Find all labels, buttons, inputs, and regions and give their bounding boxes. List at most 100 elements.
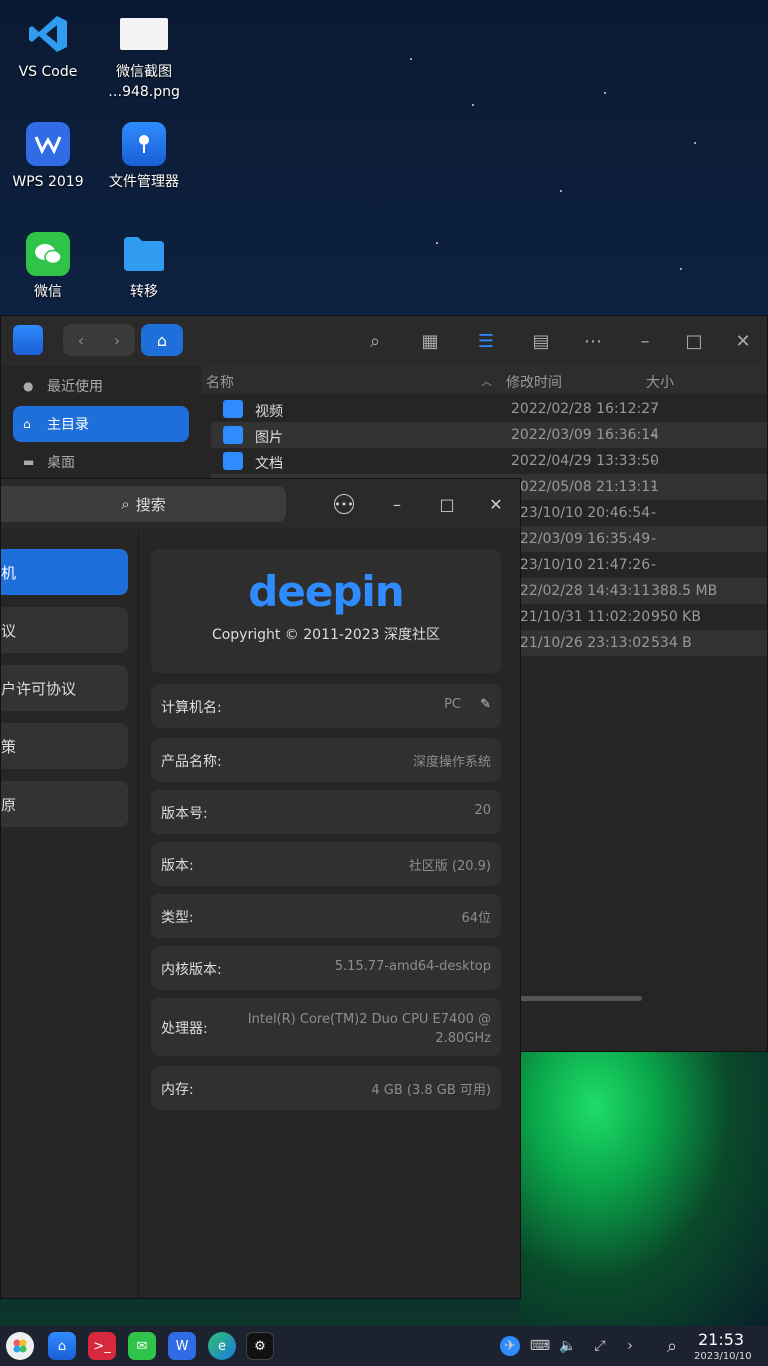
info-row-type: 类型: 64位	[151, 894, 501, 938]
settings-gear-icon[interactable]: ⚙	[246, 1332, 274, 1360]
desktop-icon-label: 微信	[34, 284, 62, 300]
pencil-icon[interactable]: ✎	[480, 697, 491, 712]
desktop-icon-vscode[interactable]: VS Code	[0, 12, 96, 82]
picture-folder-icon	[223, 426, 243, 444]
desktop-icon-label: 转移	[130, 284, 158, 300]
desktop-icon: ▬	[23, 455, 35, 469]
desktop-icon-folder[interactable]: 转移	[96, 232, 192, 302]
close-icon[interactable]: ✕	[731, 329, 755, 353]
more-menu-icon[interactable]: ⋯	[581, 329, 605, 353]
clock-icon: ●	[23, 379, 34, 393]
info-key: 内存:	[161, 1082, 194, 1098]
nav-item-agreement[interactable]: 议	[1, 607, 128, 653]
file-name: 视频	[255, 404, 283, 420]
file-row[interactable]: 图片 2022/03/09 16:36:14 -	[211, 422, 767, 448]
back-arrow-icon[interactable]: ‹	[63, 324, 99, 356]
sidebar-item-desktop[interactable]: ▬ 桌面	[13, 444, 189, 480]
column-size[interactable]: 大小	[646, 372, 674, 392]
desktop-icon-file-manager[interactable]: 文件管理器	[96, 122, 192, 192]
file-name: 文档	[255, 456, 283, 472]
forward-arrow-icon[interactable]: ›	[99, 324, 135, 356]
nav-item-label: 户许可协议	[1, 679, 77, 698]
desktop-icon-label-line2: …948.png	[108, 84, 180, 100]
info-value: 5.15.77-amd64-desktop	[334, 959, 491, 974]
notification-icon[interactable]: ✈	[500, 1336, 520, 1356]
launcher-icon[interactable]	[6, 1332, 34, 1360]
file-manager-app-icon	[13, 325, 43, 355]
search-input[interactable]: ⌕ 搜索	[1, 486, 286, 522]
clock-time[interactable]: 21:53	[698, 1330, 744, 1349]
desktop-icon-screenshot[interactable]: 微信截图 …948.png	[96, 12, 192, 102]
nav-item-about-computer[interactable]: 机	[1, 549, 128, 595]
copyright-text: Copyright © 2011-2023 深度社区	[211, 627, 441, 643]
info-value: 64位	[461, 911, 491, 926]
file-manager-icon[interactable]: ⌂	[48, 1332, 76, 1360]
column-name[interactable]: 名称	[206, 372, 234, 392]
expand-tray-icon[interactable]: ›	[620, 1336, 640, 1356]
file-size: -	[651, 505, 657, 521]
file-row[interactable]: 文档 2022/04/29 13:33:50 -	[211, 448, 767, 474]
network-icon[interactable]: ⤢	[590, 1336, 610, 1356]
file-time: 2022/04/29 13:33:50	[511, 453, 660, 469]
info-row-memory: 内存: 4 GB (3.8 GB 可用)	[151, 1066, 501, 1110]
vscode-icon	[26, 12, 70, 56]
info-key: 处理器:	[161, 1021, 208, 1037]
minimize-icon[interactable]: –	[633, 329, 657, 353]
nav-item-open-source[interactable]: 原	[1, 781, 128, 827]
folder-icon	[122, 232, 166, 276]
file-size: 950 KB	[651, 609, 701, 625]
wechat-icon	[26, 232, 70, 276]
wps-icon	[26, 122, 70, 166]
file-size: -	[651, 427, 657, 443]
terminal-icon[interactable]: >_	[88, 1332, 116, 1360]
icon-view-icon[interactable]: ▦	[418, 329, 442, 353]
close-icon[interactable]: ✕	[484, 492, 508, 516]
file-time: 022/02/28 14:43:11	[511, 583, 651, 599]
file-size: -	[651, 557, 657, 573]
info-value: 20	[474, 803, 491, 818]
nav-item-privacy-policy[interactable]: 策	[1, 723, 128, 769]
info-key: 产品名称:	[161, 754, 222, 770]
file-size: -	[651, 479, 657, 495]
minimize-icon[interactable]: –	[385, 492, 409, 516]
horizontal-scrollbar[interactable]	[520, 996, 642, 1001]
file-size: 534 B	[651, 635, 692, 651]
deepin-logo: deepin	[248, 567, 404, 616]
info-key: 计算机名:	[161, 700, 222, 716]
processor-line1: Intel(R) Core(TM)2 Duo CPU E7400 @	[247, 1012, 491, 1027]
system-info-nav: 机 议 户许可协议 策 原	[1, 529, 139, 1298]
computer-name-value: PC	[444, 697, 461, 712]
desktop-icon-wps[interactable]: WPS 2019	[0, 122, 96, 192]
desktop-icon-wechat[interactable]: 微信	[0, 232, 96, 302]
wechat-icon[interactable]: ✉	[128, 1332, 156, 1360]
keyboard-icon[interactable]: ⌨	[530, 1336, 550, 1356]
info-row-processor: 处理器: Intel(R) Core(TM)2 Duo CPU E7400 @ …	[151, 998, 501, 1056]
maximize-icon[interactable]: □	[682, 329, 706, 353]
more-menu-icon[interactable]: •••	[334, 494, 354, 514]
system-info-titlebar: ⌕ 搜索 ••• – □ ✕	[1, 479, 520, 529]
search-icon[interactable]: ⌕	[363, 329, 387, 353]
nav-item-user-license[interactable]: 户许可协议	[1, 665, 128, 711]
column-modified[interactable]: 修改时间	[506, 372, 562, 392]
edge-browser-icon[interactable]: e	[208, 1332, 236, 1360]
maximize-icon[interactable]: □	[435, 492, 459, 516]
sidebar-item-recent[interactable]: ● 最近使用	[13, 368, 189, 404]
file-time: 022/03/09 16:35:49	[511, 531, 651, 547]
volume-icon[interactable]: 🔈	[558, 1336, 578, 1356]
file-size: -	[651, 401, 657, 417]
info-row-version-number: 版本号: 20	[151, 790, 501, 834]
search-icon[interactable]: ⌕	[662, 1336, 682, 1357]
file-row[interactable]: 视频 2022/02/28 16:12:27 -	[211, 396, 767, 422]
file-time: 021/10/31 11:02:20	[511, 609, 651, 625]
nav-item-label: 策	[1, 737, 17, 756]
wps-icon[interactable]: W	[168, 1332, 196, 1360]
info-value: 社区版 (20.9)	[408, 859, 491, 874]
sidebar-item-home[interactable]: ⌂ 主目录	[13, 406, 189, 442]
file-time: 2022/02/28 16:12:27	[511, 401, 660, 417]
home-crumb-button[interactable]: ⌂	[141, 324, 183, 356]
history-nav: ‹ ›	[63, 324, 135, 356]
info-key: 内核版本:	[161, 962, 222, 978]
detail-view-icon[interactable]: ▤	[529, 329, 553, 353]
nav-item-label: 原	[1, 795, 17, 814]
list-view-icon[interactable]: ☰	[474, 329, 498, 353]
